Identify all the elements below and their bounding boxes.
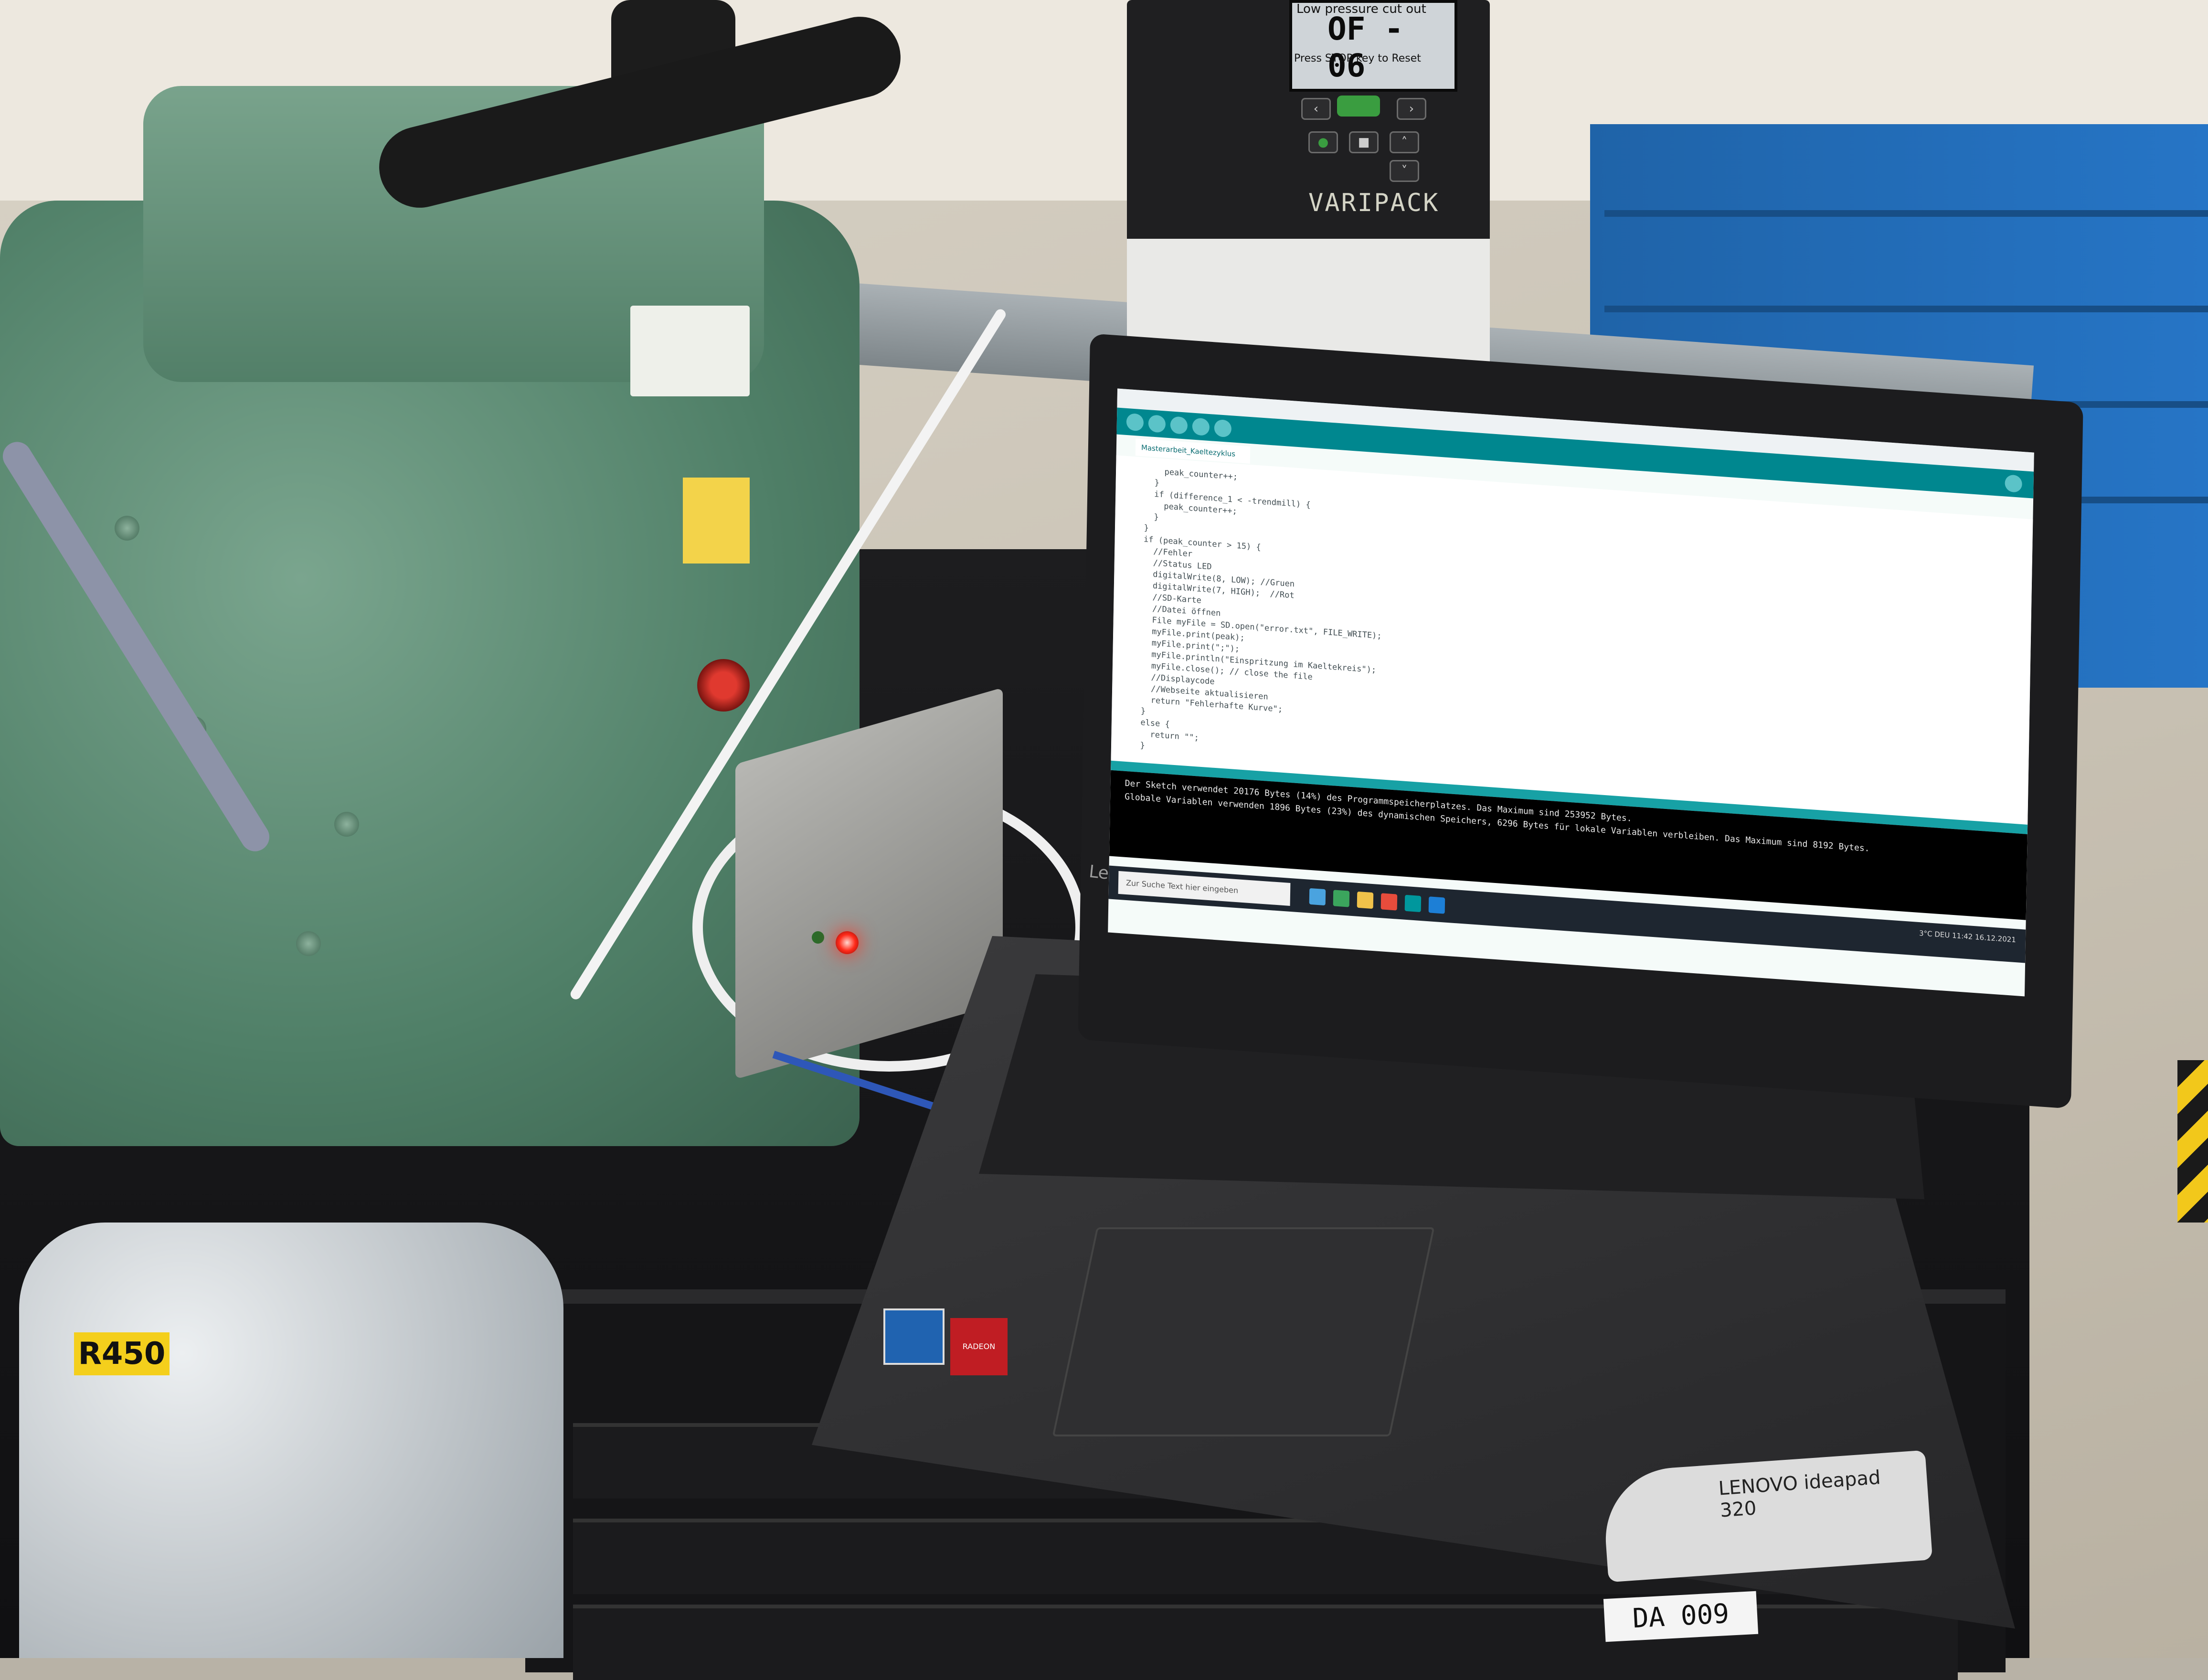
drive-stop-button[interactable]: ■	[1349, 131, 1379, 153]
drive-up-button[interactable]: ˄	[1390, 131, 1419, 153]
cylinder-label: R450	[74, 1332, 170, 1375]
vscode-icon[interactable]	[1428, 896, 1445, 914]
status-led-green	[812, 931, 824, 944]
drive-enter-button[interactable]	[1337, 96, 1380, 117]
intel-sticker	[883, 1308, 945, 1365]
bolt	[296, 931, 321, 956]
bolt	[334, 812, 359, 837]
drive-brand-label: VARIPACK	[1308, 189, 1440, 217]
drive-display-hint: Press STOP key to Reset	[1294, 53, 1421, 64]
chrome-icon[interactable]	[1380, 893, 1398, 911]
bolt	[115, 516, 139, 541]
laptop-touchpad[interactable]	[1052, 1227, 1435, 1436]
laptop-screen: Masterarbeit_Kaeltezyklus peak_counter++…	[1108, 388, 2034, 997]
drive-down-button[interactable]: ˅	[1390, 160, 1419, 182]
explorer-icon[interactable]	[1357, 891, 1374, 909]
arduino-icon[interactable]	[1404, 894, 1422, 913]
drive-right-button[interactable]: ›	[1397, 98, 1426, 120]
edge-icon[interactable]	[1333, 890, 1350, 907]
compressor-nameplate	[630, 306, 750, 396]
hazard-tape	[2177, 1060, 2208, 1223]
radeon-sticker: RADEON	[950, 1318, 1008, 1375]
drive-left-button[interactable]: ‹	[1301, 98, 1331, 120]
warning-sticker	[683, 478, 750, 564]
drive-start-button[interactable]: ●	[1308, 131, 1338, 153]
drive-fault-code: OF - 06	[1327, 11, 1403, 84]
cabinet-drawer	[1604, 210, 2208, 312]
refrigerant-cylinder	[19, 1223, 563, 1658]
asset-tag: DA 009	[1603, 1591, 1759, 1642]
oil-sight-glass	[697, 659, 750, 712]
task-view-icon[interactable]	[1309, 888, 1326, 906]
status-led-red	[836, 931, 859, 954]
